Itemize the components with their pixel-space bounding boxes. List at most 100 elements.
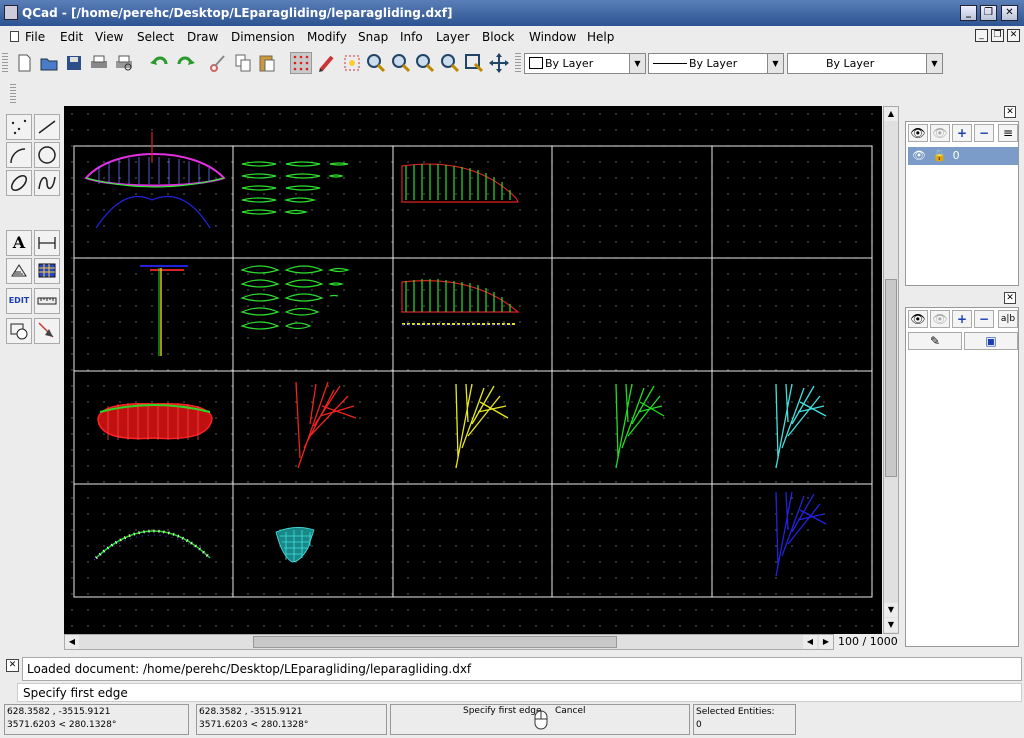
point-tool-icon[interactable]	[6, 114, 32, 140]
toolbar-grip[interactable]	[2, 53, 8, 73]
eye-icon[interactable]: 👁	[908, 310, 928, 328]
status-bar: 628.3582 , -3515.9121 3571.6203 < 280.13…	[0, 703, 1024, 738]
zoom-window-icon[interactable]	[439, 52, 461, 74]
save-icon[interactable]	[63, 52, 85, 74]
circle-tool-icon[interactable]	[34, 142, 60, 168]
paste-icon[interactable]	[256, 52, 278, 74]
color-combo[interactable]: By Layer ▼	[524, 53, 646, 74]
drawing-canvas[interactable]	[64, 106, 882, 634]
eye-icon[interactable]: 👁	[912, 149, 926, 162]
grid-icon[interactable]	[290, 52, 312, 74]
scroll-up-icon[interactable]: ▲	[884, 107, 898, 121]
toolbar-grip-2[interactable]	[515, 53, 521, 73]
open-icon[interactable]	[38, 52, 60, 74]
menu-modify[interactable]: Modify	[307, 30, 347, 44]
ellipse-tool-icon[interactable]	[6, 170, 32, 196]
close-icon[interactable]: ✕	[1004, 292, 1016, 304]
document-icon[interactable]	[10, 31, 19, 42]
lock-icon[interactable]: 🔒	[932, 149, 946, 162]
undo-icon[interactable]	[149, 52, 171, 74]
layer-attributes-icon[interactable]: ≡	[998, 124, 1018, 142]
hatch-tool-icon[interactable]	[6, 258, 32, 284]
pan-icon[interactable]	[488, 52, 510, 74]
add-layer-icon[interactable]: +	[952, 124, 972, 142]
menu-dimension[interactable]: Dimension	[231, 30, 295, 44]
menu-help[interactable]: Help	[587, 30, 614, 44]
chevron-down-icon[interactable]: ▼	[629, 54, 645, 73]
spline-tool-icon[interactable]	[34, 170, 60, 196]
insert-block-icon[interactable]: ▣	[964, 332, 1018, 350]
menu-block[interactable]: Block	[482, 30, 514, 44]
layer-row[interactable]: 👁 🔒 0	[908, 147, 1018, 165]
menu-window[interactable]: Window	[529, 30, 576, 44]
toolbar-grip-3[interactable]	[10, 84, 16, 104]
chevron-down-icon[interactable]: ▼	[926, 54, 942, 73]
select-tool-icon[interactable]	[34, 318, 60, 344]
linetype-preview	[653, 63, 687, 64]
rename-block-icon[interactable]: a|b	[998, 310, 1018, 328]
image-tool-icon[interactable]	[34, 258, 60, 284]
chevron-down-icon[interactable]: ▼	[767, 54, 783, 73]
command-input[interactable]: Specify first edge	[17, 683, 1022, 702]
edit-block-icon[interactable]: ✎	[908, 332, 962, 350]
arc-tool-icon[interactable]	[6, 142, 32, 168]
maximize-button[interactable]: ❐	[980, 5, 997, 21]
scroll-left-icon-2[interactable]: ◀	[803, 635, 817, 649]
width-combo[interactable]: By Layer ▼	[787, 53, 943, 74]
hide-all-icon[interactable]: 👁	[930, 124, 950, 142]
width-combo-value: By Layer	[826, 57, 875, 70]
zoom-in-icon[interactable]	[365, 52, 387, 74]
menu-layer[interactable]: Layer	[436, 30, 469, 44]
close-icon[interactable]: ✕	[6, 659, 19, 672]
close-button[interactable]: ✕	[1001, 5, 1018, 21]
menu-view[interactable]: View	[95, 30, 123, 44]
cut-icon[interactable]	[207, 52, 229, 74]
scroll-down-icon[interactable]: ▼	[884, 603, 898, 617]
mouse-icon	[533, 707, 549, 734]
linetype-combo[interactable]: By Layer ▼	[648, 53, 784, 74]
remove-layer-icon[interactable]: −	[974, 124, 994, 142]
selection-info: Selected Entities: 0	[693, 704, 796, 735]
horizontal-scrollbar[interactable]: ◀ ◀ ▶	[64, 634, 834, 650]
zoom-select-icon[interactable]	[463, 52, 485, 74]
menu-bar: File Edit View Select Draw Dimension Mod…	[0, 26, 1024, 48]
menu-edit[interactable]: Edit	[60, 30, 83, 44]
menu-snap[interactable]: Snap	[358, 30, 388, 44]
app-icon[interactable]	[4, 5, 18, 20]
scroll-down-icon-2[interactable]: ▼	[884, 618, 898, 632]
zoom-previous-icon[interactable]	[414, 52, 436, 74]
hide-all-icon[interactable]: 👁	[930, 310, 950, 328]
mouse-right-hint: Cancel	[555, 706, 586, 716]
mdi-minimize-button[interactable]: _	[975, 29, 988, 42]
zoom-auto-icon[interactable]	[341, 52, 363, 74]
eye-icon[interactable]: 👁	[908, 124, 928, 142]
add-block-icon[interactable]: +	[952, 310, 972, 328]
vertical-scroll-thumb[interactable]	[885, 279, 897, 477]
scroll-left-icon[interactable]: ◀	[65, 635, 79, 649]
redo-icon[interactable]	[174, 52, 196, 74]
copy-icon[interactable]	[232, 52, 254, 74]
close-icon[interactable]: ✕	[1004, 106, 1016, 118]
remove-block-icon[interactable]: −	[974, 310, 994, 328]
menu-file[interactable]: File	[25, 30, 45, 44]
mdi-close-button[interactable]: ✕	[1007, 29, 1020, 42]
zoom-out-icon[interactable]	[390, 52, 412, 74]
edit-tool-icon[interactable]: EDIT	[6, 288, 32, 314]
new-icon[interactable]	[13, 52, 35, 74]
redraw-icon[interactable]	[316, 52, 338, 74]
text-tool-icon[interactable]: A	[6, 230, 32, 256]
menu-select[interactable]: Select	[137, 30, 174, 44]
horizontal-scroll-thumb[interactable]	[253, 636, 617, 648]
vertical-scrollbar[interactable]: ▲ ▼ ▼	[883, 106, 899, 634]
block-tool-icon[interactable]	[6, 318, 32, 344]
menu-info[interactable]: Info	[400, 30, 423, 44]
minimize-button[interactable]: _	[960, 5, 977, 21]
print-preview-icon[interactable]	[113, 52, 135, 74]
line-tool-icon[interactable]	[34, 114, 60, 140]
dimension-tool-icon[interactable]	[34, 230, 60, 256]
menu-draw[interactable]: Draw	[187, 30, 218, 44]
print-icon[interactable]	[88, 52, 110, 74]
mdi-restore-button[interactable]: ❐	[991, 29, 1004, 42]
scroll-right-icon[interactable]: ▶	[819, 635, 833, 649]
measure-tool-icon[interactable]	[34, 288, 60, 314]
